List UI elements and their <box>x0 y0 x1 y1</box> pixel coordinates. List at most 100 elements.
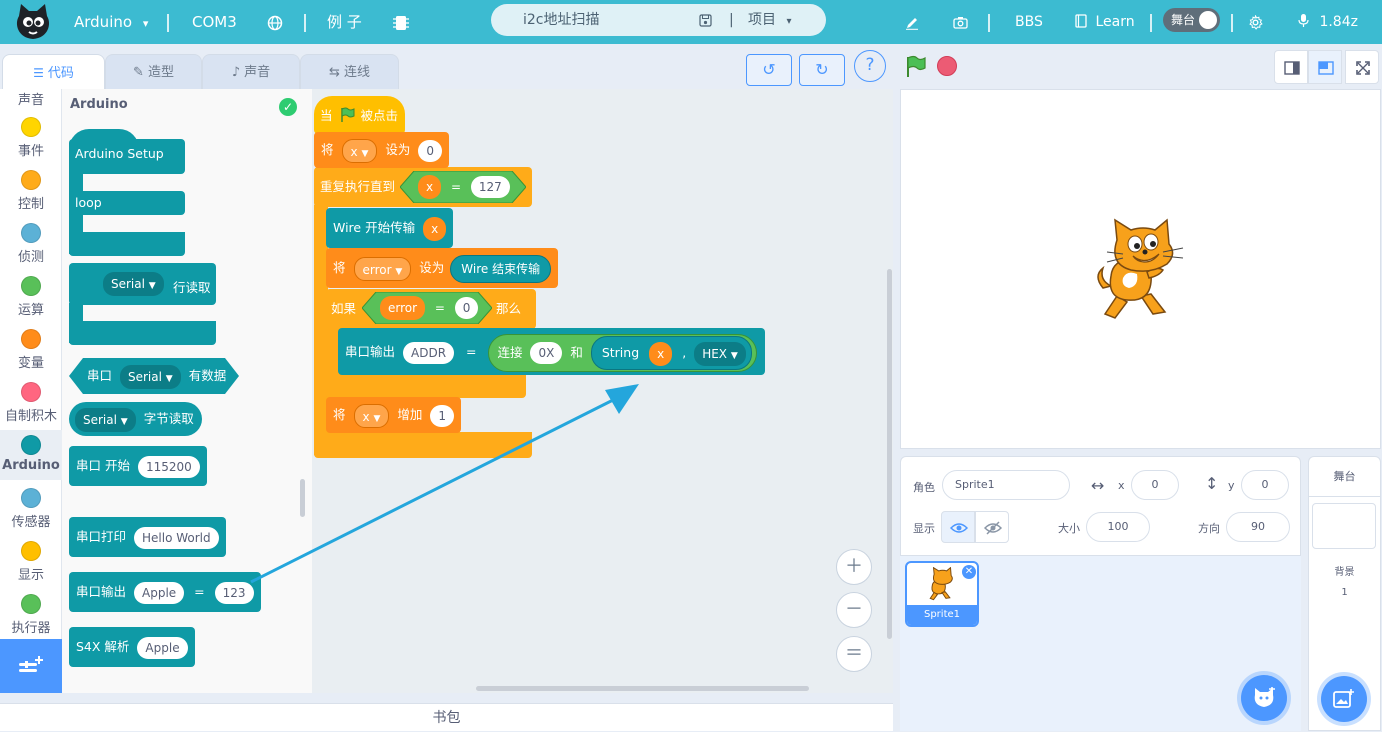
undo-button[interactable]: ↺ <box>746 54 792 86</box>
stage-canvas[interactable] <box>900 89 1381 449</box>
globe-icon[interactable] <box>267 0 283 44</box>
zoom-in-button[interactable]: ＋ <box>836 549 872 585</box>
save-icon[interactable] <box>699 4 712 36</box>
serial-output-block[interactable]: 串口输出 Apple = 123 <box>69 572 261 612</box>
project-menu[interactable]: 项目 ▾ <box>748 4 791 38</box>
help-button[interactable]: ? <box>854 50 886 82</box>
category-events[interactable]: 事件 <box>0 117 62 159</box>
variable-reporter[interactable]: x <box>418 175 442 199</box>
stage-thumbnail[interactable] <box>1312 503 1376 549</box>
tab-code[interactable]: ☰ 代码 <box>2 54 105 90</box>
board-selector[interactable]: Arduino ▾ <box>74 0 148 44</box>
when-flag-clicked-block[interactable]: 当 被点击 <box>314 96 405 134</box>
variable-reporter[interactable]: x <box>649 341 673 366</box>
serial-port-dropdown[interactable]: Serial ▼ <box>75 407 136 432</box>
add-extension-button[interactable] <box>0 639 62 693</box>
value-input[interactable]: 127 <box>470 176 510 198</box>
equals-condition[interactable]: x = 127 <box>400 171 526 203</box>
category-arduino[interactable]: Arduino <box>0 430 62 480</box>
variable-dropdown[interactable]: error ▼ <box>353 256 412 281</box>
tab-sound[interactable]: ♪ 声音 <box>202 54 300 90</box>
vertical-scrollbar[interactable] <box>887 269 892 639</box>
serial-port-dropdown[interactable]: Serial ▼ <box>120 364 181 389</box>
examples-menu[interactable]: 例 子 <box>327 0 362 44</box>
horizontal-scrollbar[interactable] <box>476 686 809 691</box>
arduino-setup-block[interactable]: Arduino Setup loop <box>69 129 185 256</box>
direction-input[interactable]: 90 <box>1226 512 1290 542</box>
chip-icon[interactable] <box>393 0 409 44</box>
tab-costume[interactable]: ✎ 造型 <box>105 54 202 90</box>
wire-begin-block[interactable]: Wire 开始传输 x <box>326 208 454 248</box>
serial-print-block[interactable]: 串口打印 Hello World <box>69 517 226 557</box>
show-hidden-button[interactable] <box>975 511 1009 543</box>
value-input[interactable]: 0 <box>418 139 442 162</box>
show-visible-button[interactable] <box>941 511 975 543</box>
print-value-input[interactable]: Hello World <box>134 526 219 549</box>
set-error-block[interactable]: 将 error ▼ 设为 Wire 结束传输 <box>326 248 559 288</box>
set-variable-block[interactable]: 将 x ▼ 设为 0 <box>314 132 449 168</box>
green-flag-button[interactable] <box>903 55 927 79</box>
tab-wiring[interactable]: ⇆ 连线 <box>300 54 399 90</box>
value-input[interactable]: 0 <box>454 297 479 319</box>
output-key-input[interactable]: ADDR <box>403 341 455 364</box>
fullscreen-button[interactable] <box>1345 50 1379 84</box>
stage-toggle[interactable]: 舞台 <box>1163 8 1220 32</box>
category-actuators[interactable]: 执行器 <box>0 594 62 636</box>
serial-read-line-block[interactable]: Serial ▼ 行读取 <box>69 263 216 348</box>
join-input-a[interactable]: 0X <box>530 342 563 364</box>
zoom-reset-button[interactable]: ＝ <box>836 636 872 672</box>
category-sensors[interactable]: 传感器 <box>0 488 62 530</box>
serial-output-block[interactable]: 串口输出 ADDR = 连接 0X 和 String x , HEX ▼ <box>338 328 765 375</box>
add-backdrop-button[interactable] <box>1321 676 1367 722</box>
output-value-input[interactable]: 123 <box>214 581 254 604</box>
palette-scrollbar[interactable] <box>300 479 305 517</box>
serial-read-byte-block[interactable]: Serial ▼ 字节读取 <box>69 402 202 436</box>
size-input[interactable]: 100 <box>1086 512 1150 542</box>
s4x-parse-block[interactable]: S4X 解析 Apple <box>69 627 195 667</box>
category-sound[interactable]: 声音 <box>0 89 62 108</box>
learn-link[interactable]: Learn <box>1075 0 1135 44</box>
s4x-input[interactable]: Apple <box>137 636 188 659</box>
mascot-logo[interactable] <box>12 2 54 42</box>
code-workspace[interactable]: 当 被点击 将 x ▼ 设为 0 重复执行直到 x = 127 Wire 开始传… <box>312 89 893 693</box>
backpack-bar[interactable]: 书包 <box>0 703 893 731</box>
category-sensing[interactable]: 侦测 <box>0 223 62 265</box>
category-variables[interactable]: 变量 <box>0 329 62 371</box>
zoom-out-button[interactable]: － <box>836 592 872 628</box>
format-dropdown[interactable]: HEX ▼ <box>694 341 746 366</box>
large-stage-button[interactable] <box>1308 50 1342 84</box>
sprite-cat[interactable] <box>1093 218 1189 322</box>
pencil-icon[interactable] <box>905 0 919 44</box>
category-operators[interactable]: 运算 <box>0 276 62 318</box>
output-key-input[interactable]: Apple <box>134 581 185 604</box>
wire-end-reporter[interactable]: Wire 结束传输 <box>450 254 552 283</box>
string-reporter[interactable]: String x , HEX ▼ <box>590 336 752 370</box>
port-selector[interactable]: COM3 <box>192 0 237 44</box>
variable-dropdown[interactable]: x ▼ <box>341 138 378 163</box>
x-input[interactable]: 0 <box>1131 470 1179 500</box>
redo-button[interactable]: ↻ <box>799 54 845 86</box>
project-name-box[interactable]: i2c地址扫描 | 项目 ▾ <box>491 4 826 36</box>
sprite-name-input[interactable]: Sprite1 <box>942 470 1070 500</box>
error-equals-condition[interactable]: error = 0 <box>362 292 492 324</box>
category-display[interactable]: 显示 <box>0 541 62 583</box>
bbs-link[interactable]: BBS <box>1015 0 1043 44</box>
serial-begin-block[interactable]: 串口 开始 115200 <box>69 446 207 486</box>
baud-input[interactable]: 115200 <box>137 455 200 478</box>
gear-icon[interactable] <box>1248 0 1263 44</box>
if-block[interactable]: 如果 <box>331 289 356 329</box>
change-variable-block[interactable]: 将 x ▼ 增加 1 <box>326 397 461 433</box>
join-reporter[interactable]: 连接 0X 和 String x , HEX ▼ <box>488 333 757 372</box>
category-my-blocks[interactable]: 自制积木 <box>0 382 62 424</box>
repeat-until-block[interactable]: 重复执行直到 <box>320 167 395 207</box>
variable-reporter[interactable]: x <box>423 216 447 241</box>
value-input[interactable]: 1 <box>430 404 454 427</box>
variable-reporter[interactable]: error <box>380 296 426 320</box>
small-stage-button[interactable] <box>1274 50 1308 84</box>
delete-sprite-button[interactable]: ✕ <box>962 565 976 579</box>
serial-port-dropdown[interactable]: Serial ▼ <box>103 272 164 296</box>
stop-button[interactable] <box>937 56 957 76</box>
category-control[interactable]: 控制 <box>0 170 62 212</box>
camera-icon[interactable] <box>953 0 968 44</box>
project-name[interactable]: i2c地址扫描 <box>523 4 600 36</box>
